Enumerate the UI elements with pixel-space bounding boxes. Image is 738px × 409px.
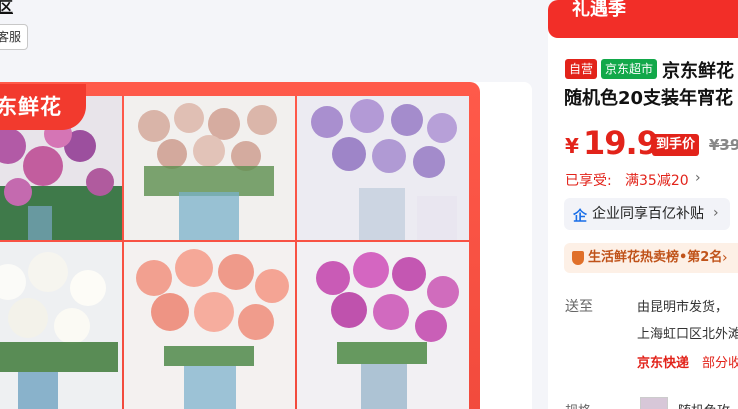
ranking-chip[interactable]: 生活鲜花热卖榜•第2名 [564, 243, 738, 273]
image-cell-champagne-roses[interactable] [124, 96, 295, 240]
subsidy-chip[interactable]: 企业同享百亿补贴 [564, 198, 730, 230]
customer-service-button[interactable]: 客服 [0, 24, 28, 50]
spec-thumbnail[interactable] [640, 397, 668, 409]
image-cell-lavender-roses[interactable] [297, 96, 469, 240]
chevron-right-icon[interactable]: › [695, 170, 701, 186]
chevron-right-icon[interactable]: › [722, 250, 728, 266]
product-title-line2: 随机色20支装年宵花 [564, 88, 734, 109]
final-price-tag: 到手价 [652, 134, 700, 156]
spec-option-text[interactable]: 随机色玫 [678, 400, 730, 409]
promo-banner-text: 礼遇季 [572, 0, 626, 20]
image-cell-magenta-roses[interactable] [297, 242, 469, 409]
enterprise-icon: 企 [573, 209, 587, 225]
page-title-fragment[interactable]: 区 [0, 0, 13, 17]
product-image-grid[interactable] [0, 96, 469, 409]
ship-to-label: 送至 [565, 299, 593, 315]
price-currency-symbol: ¥ [565, 134, 579, 158]
express-label: 京东快递 [637, 356, 690, 371]
original-price: ¥39. [709, 136, 738, 154]
ship-address-text[interactable]: 上海虹口区北外滩 [637, 323, 738, 342]
spec-label: 规格 [565, 400, 591, 409]
image-cell-white-roses[interactable] [0, 242, 122, 409]
coupon-label: 已享受: [565, 173, 612, 189]
express-note: 部分收 [702, 356, 738, 371]
self-operated-tag: 自营 [565, 59, 598, 79]
promo-banner: 礼遇季 [548, 0, 738, 38]
coupon-value[interactable]: 满35减20 [625, 170, 689, 190]
fresh-flower-badge: 东鲜花 [0, 84, 86, 130]
product-title-line1: 京东鲜花 [662, 61, 734, 82]
chevron-right-icon[interactable]: › [713, 205, 719, 221]
price-value: 19.9 [583, 124, 659, 162]
ship-origin-text: 由昆明市发货， [637, 300, 729, 315]
image-cell-coral-pink-roses[interactable] [124, 242, 295, 409]
jd-supermarket-tag: 京东超市 [601, 59, 658, 79]
shield-rank-icon [572, 251, 584, 265]
